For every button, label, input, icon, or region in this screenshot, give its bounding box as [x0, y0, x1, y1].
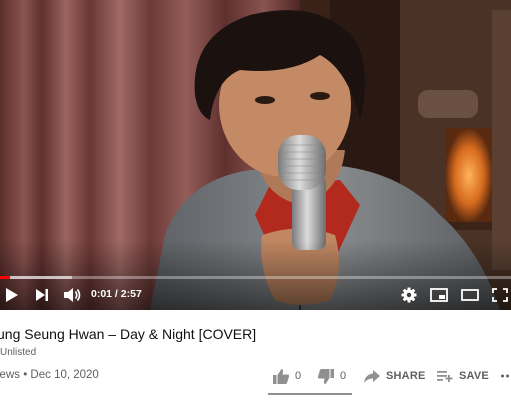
more-icon — [501, 374, 509, 378]
time-current: 0:01 — [91, 288, 113, 300]
share-label: SHARE — [386, 370, 426, 382]
thumbs-down-icon — [317, 368, 334, 384]
sentiment-bar — [268, 393, 352, 395]
more-actions-button[interactable] — [501, 365, 511, 387]
volume-icon — [64, 288, 81, 302]
next-button[interactable] — [32, 283, 52, 307]
play-button[interactable] — [2, 283, 22, 307]
fullscreen-icon — [492, 288, 508, 302]
time-display: 0:01 / 2:57 — [91, 288, 142, 300]
volume-button[interactable] — [61, 283, 83, 307]
time-separator: / — [112, 288, 121, 300]
save-label: SAVE — [459, 370, 489, 382]
dislike-button[interactable]: 0 — [317, 365, 346, 387]
video-title: ung Seung Hwan – Day & Night [COVER] — [0, 326, 257, 342]
like-count: 0 — [295, 370, 302, 382]
visibility-label: Unlisted — [0, 346, 37, 358]
settings-button[interactable] — [399, 283, 419, 307]
theater-button[interactable] — [459, 283, 481, 307]
play-icon — [6, 288, 18, 302]
miniplayer-icon — [430, 288, 448, 302]
time-total: 2:57 — [120, 288, 142, 300]
progress-played — [0, 276, 11, 279]
gear-icon — [401, 287, 417, 303]
next-icon — [36, 289, 48, 301]
like-button[interactable]: 0 — [272, 365, 301, 387]
save-button[interactable]: SAVE — [436, 365, 489, 387]
progress-loaded — [0, 276, 72, 279]
player-controls: 0:01 / 2:57 — [0, 283, 511, 307]
fullscreen-button[interactable] — [489, 283, 511, 307]
share-button[interactable]: SHARE — [363, 365, 426, 387]
share-icon — [364, 369, 380, 383]
video-player[interactable]: 0:01 / 2:57 — [0, 0, 511, 310]
visibility-badge: Unlisted — [0, 346, 36, 358]
progress-bar[interactable] — [0, 276, 511, 279]
dislike-count: 0 — [340, 370, 347, 382]
theater-icon — [461, 289, 479, 301]
playlist-add-icon — [437, 371, 453, 382]
action-bar: 0 0 SHARE SAVE — [0, 365, 511, 387]
miniplayer-button[interactable] — [428, 283, 450, 307]
thumbs-up-icon — [273, 368, 290, 384]
